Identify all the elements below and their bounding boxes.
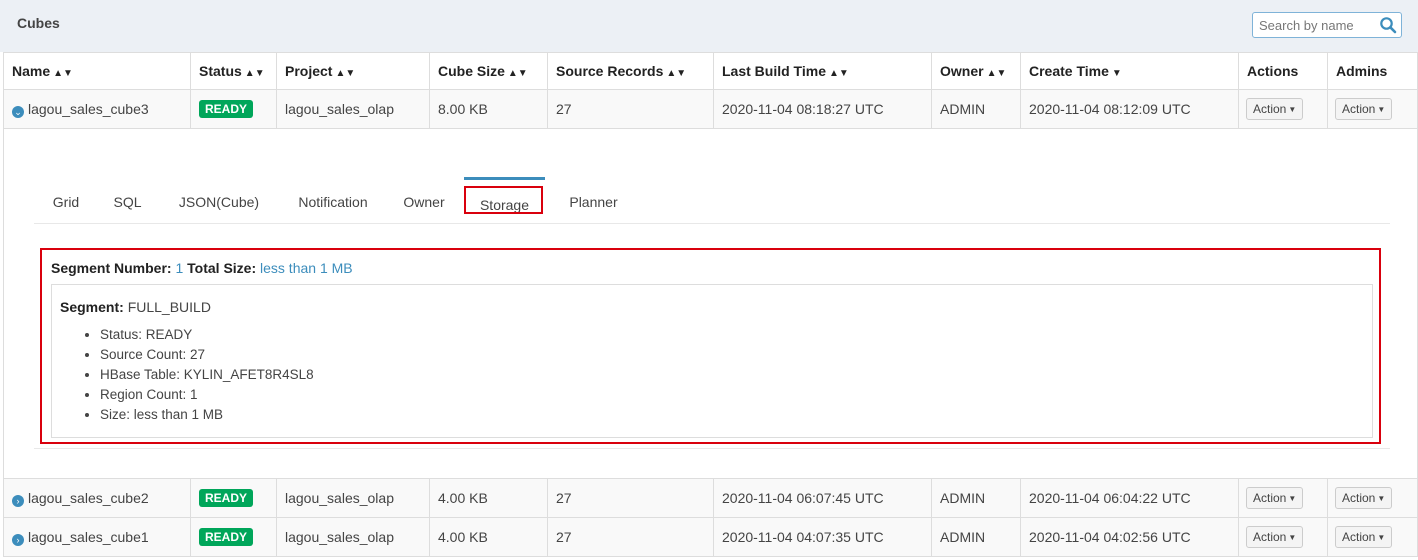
- caret-down-icon: ▼: [1377, 105, 1386, 114]
- source-records-cell: 27: [547, 478, 714, 518]
- sort-icon: ▲▼: [507, 68, 528, 79]
- segment-number-value: 1: [175, 260, 184, 276]
- storage-tab-highlight: [464, 186, 543, 214]
- table-row: › lagou_sales_cube2 READY lagou_sales_ola…: [3, 478, 1418, 518]
- last-build-time-cell: 2020-11-04 06:07:45 UTC: [713, 478, 932, 518]
- page-title: Cubes: [17, 15, 60, 31]
- source-records-cell: 27: [547, 89, 714, 129]
- tab-grid[interactable]: Grid: [46, 177, 86, 222]
- chevron-down-icon[interactable]: ⌄: [12, 105, 24, 118]
- cubes-table: Name ▲▼ Status ▲▼ Project ▲▼ Cube Size ▲▼ So…: [3, 52, 1418, 557]
- chevron-right-icon[interactable]: ›: [12, 533, 24, 546]
- list-item: Status: READY: [100, 325, 314, 345]
- tab-planner[interactable]: Planner: [562, 177, 625, 222]
- sort-icon: ▲▼: [666, 68, 687, 79]
- caret-down-icon: ▼: [1288, 494, 1297, 503]
- column-header-admins: Admins: [1327, 52, 1418, 90]
- list-item: Source Count: 27: [100, 345, 314, 365]
- page-header: Cubes: [0, 0, 1418, 52]
- caret-down-icon: ▼: [1288, 105, 1297, 114]
- column-header-cube-size[interactable]: Cube Size ▲▼: [429, 52, 548, 90]
- cube-size-cell: 4.00 KB: [429, 517, 548, 557]
- divider: [34, 448, 1390, 449]
- owner-cell: ADMIN: [931, 478, 1021, 518]
- list-item: Size: less than 1 MB: [100, 405, 314, 425]
- source-records-cell: 27: [547, 517, 714, 557]
- create-time-cell: 2020-11-04 08:12:09 UTC: [1020, 89, 1239, 129]
- column-header-source-records[interactable]: Source Records ▲▼: [547, 52, 714, 90]
- list-item: HBase Table: KYLIN_AFET8R4SL8: [100, 365, 314, 385]
- sort-icon: ▲▼: [335, 68, 356, 79]
- admin-action-button[interactable]: Action ▼: [1335, 526, 1393, 548]
- project-cell: lagou_sales_olap: [276, 89, 430, 129]
- detail-tabs: Grid SQL JSON(Cube) Notification Owner S…: [34, 177, 1390, 224]
- status-badge: READY: [199, 489, 254, 507]
- column-header-create-time[interactable]: Create Time ▼: [1020, 52, 1239, 90]
- tab-owner[interactable]: Owner: [400, 177, 448, 222]
- sort-desc-icon: ▼: [1111, 68, 1122, 79]
- list-item: Region Count: 1: [100, 385, 314, 405]
- admin-action-button[interactable]: Action ▼: [1335, 487, 1393, 509]
- column-header-last-build-time[interactable]: Last Build Time ▲▼: [713, 52, 932, 90]
- cube-detail-panel: Grid SQL JSON(Cube) Notification Owner S…: [5, 130, 1417, 478]
- column-header-actions: Actions: [1238, 52, 1328, 90]
- storage-panel: Segment Number: 1 Total Size: less than …: [40, 248, 1381, 444]
- total-size-value: less than 1 MB: [260, 260, 353, 276]
- sort-icon: ▲▼: [986, 68, 1007, 79]
- column-header-status[interactable]: Status ▲▼: [190, 52, 277, 90]
- tab-notification[interactable]: Notification: [293, 177, 373, 222]
- search-input[interactable]: [1253, 13, 1381, 37]
- action-button[interactable]: Action ▼: [1246, 487, 1304, 509]
- last-build-time-cell: 2020-11-04 04:07:35 UTC: [713, 517, 932, 557]
- table-row: ⌄ lagou_sales_cube3 READY lagou_sales_ola…: [3, 89, 1418, 129]
- action-button[interactable]: Action ▼: [1246, 98, 1304, 120]
- column-header-name[interactable]: Name ▲▼: [3, 52, 191, 90]
- caret-down-icon: ▼: [1288, 533, 1297, 542]
- search-box[interactable]: [1252, 12, 1402, 38]
- tab-sql[interactable]: SQL: [110, 177, 145, 222]
- caret-down-icon: ▼: [1377, 533, 1386, 542]
- project-cell: lagou_sales_olap: [276, 517, 430, 557]
- table-row: › lagou_sales_cube1 READY lagou_sales_ola…: [3, 517, 1418, 557]
- status-badge: READY: [199, 528, 254, 546]
- project-cell: lagou_sales_olap: [276, 478, 430, 518]
- admin-action-button[interactable]: Action ▼: [1335, 98, 1393, 120]
- segment-title: Segment: FULL_BUILD: [60, 299, 211, 315]
- segment-box: Segment: FULL_BUILD Status: READY Source…: [51, 284, 1373, 438]
- cube-detail-row: Grid SQL JSON(Cube) Notification Owner S…: [3, 128, 1418, 479]
- cube-size-cell: 4.00 KB: [429, 478, 548, 518]
- last-build-time-cell: 2020-11-04 08:18:27 UTC: [713, 89, 932, 129]
- segment-summary: Segment Number: 1 Total Size: less than …: [51, 260, 353, 276]
- create-time-cell: 2020-11-04 06:04:22 UTC: [1020, 478, 1239, 518]
- caret-down-icon: ▼: [1377, 494, 1386, 503]
- segment-details-list: Status: READY Source Count: 27 HBase Tab…: [60, 325, 314, 425]
- sort-icon: ▲▼: [828, 68, 849, 79]
- column-header-owner[interactable]: Owner ▲▼: [931, 52, 1021, 90]
- search-icon[interactable]: [1379, 16, 1397, 34]
- tab-json-cube[interactable]: JSON(Cube): [174, 177, 264, 222]
- sort-icon: ▲▼: [244, 68, 265, 79]
- table-header-row: Name ▲▼ Status ▲▼ Project ▲▼ Cube Size ▲▼ So…: [3, 52, 1418, 90]
- create-time-cell: 2020-11-04 04:02:56 UTC: [1020, 517, 1239, 557]
- action-button[interactable]: Action ▼: [1246, 526, 1304, 548]
- column-header-project[interactable]: Project ▲▼: [276, 52, 430, 90]
- cube-name-cell[interactable]: › lagou_sales_cube1: [3, 517, 191, 557]
- status-badge: READY: [199, 100, 254, 118]
- cube-size-cell: 8.00 KB: [429, 89, 548, 129]
- sort-icon: ▲▼: [53, 68, 73, 79]
- owner-cell: ADMIN: [931, 89, 1021, 129]
- owner-cell: ADMIN: [931, 517, 1021, 557]
- cube-name-cell[interactable]: ⌄ lagou_sales_cube3: [3, 89, 191, 129]
- chevron-right-icon[interactable]: ›: [12, 494, 24, 507]
- cube-name-cell[interactable]: › lagou_sales_cube2: [3, 478, 191, 518]
